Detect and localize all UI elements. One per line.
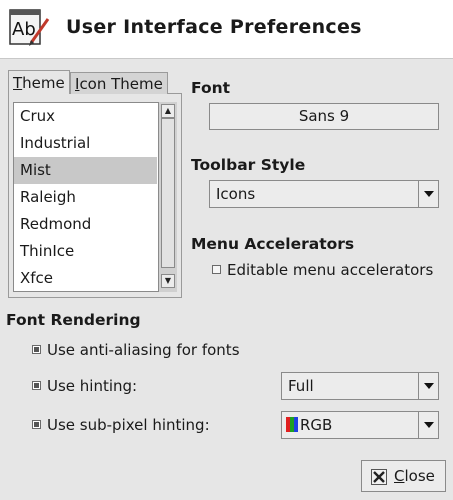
- chevron-down-icon[interactable]: [418, 373, 438, 399]
- scroll-thumb[interactable]: [161, 118, 175, 268]
- editable-accelerators-label: Editable menu accelerators: [227, 261, 434, 279]
- toolbar-style-combo[interactable]: Icons: [209, 180, 439, 208]
- antialiasing-checkbox[interactable]: [32, 345, 41, 354]
- theme-list-item[interactable]: Industrial: [14, 130, 157, 157]
- font-rendering-heading: Font Rendering: [6, 311, 141, 329]
- theme-list[interactable]: Crux Industrial Mist Raleigh Redmond ThinIce X…: [13, 102, 177, 292]
- close-button[interactable]: Close: [361, 460, 446, 492]
- preferences-app-icon: Ab: [9, 9, 50, 46]
- menu-accelerators-heading: Menu Accelerators: [191, 235, 355, 253]
- subpixel-value: RGB: [300, 416, 333, 434]
- hinting-value: Full: [288, 377, 314, 395]
- close-label-rest: lose: [404, 467, 435, 485]
- editable-accelerators-checkbox[interactable]: [212, 265, 221, 274]
- svg-text:Ab: Ab: [12, 19, 36, 40]
- theme-list-item[interactable]: Xfce: [14, 265, 157, 291]
- scroll-down-icon[interactable]: ▼: [161, 274, 175, 288]
- window-title: User Interface Preferences: [66, 16, 362, 38]
- subpixel-combo[interactable]: RGB: [281, 411, 439, 439]
- chevron-down-icon[interactable]: [418, 412, 438, 438]
- antialiasing-label: Use anti-aliasing for fonts: [47, 341, 240, 359]
- close-icon: [371, 469, 387, 485]
- font-button-label: Sans 9: [298, 107, 350, 125]
- hinting-combo[interactable]: Full: [281, 372, 439, 400]
- theme-list-scrollbar[interactable]: ▲ ▼: [158, 102, 177, 292]
- hinting-label: Use hinting:: [47, 377, 138, 395]
- tab-icon-theme-label-rest: con Theme: [79, 75, 163, 93]
- close-mnemonic: C: [394, 467, 405, 485]
- theme-list-item[interactable]: Redmond: [14, 211, 157, 238]
- toolbar-style-heading: Toolbar Style: [191, 156, 306, 174]
- close-button-label: Close: [394, 467, 435, 485]
- font-button[interactable]: Sans 9: [209, 103, 439, 130]
- tab-theme-label-rest: heme: [22, 74, 65, 92]
- theme-list-item[interactable]: Crux: [14, 103, 157, 130]
- font-heading: Font: [191, 79, 231, 97]
- rgb-subpixel-icon: [286, 417, 299, 432]
- theme-list-item[interactable]: ThinIce: [14, 238, 157, 265]
- tab-icon-theme[interactable]: Icon Theme: [70, 72, 168, 94]
- chevron-down-icon[interactable]: [418, 181, 438, 207]
- theme-list-item[interactable]: Raleigh: [14, 184, 157, 211]
- toolbar-style-value: Icons: [216, 185, 256, 203]
- theme-list-item[interactable]: Mist: [14, 157, 157, 184]
- hinting-checkbox[interactable]: [32, 381, 41, 390]
- scroll-up-icon[interactable]: ▲: [161, 104, 175, 118]
- tab-theme[interactable]: Theme: [8, 70, 70, 94]
- subpixel-label: Use sub-pixel hinting:: [47, 416, 210, 434]
- subpixel-checkbox[interactable]: [32, 420, 41, 429]
- tab-theme-label: T: [13, 74, 23, 92]
